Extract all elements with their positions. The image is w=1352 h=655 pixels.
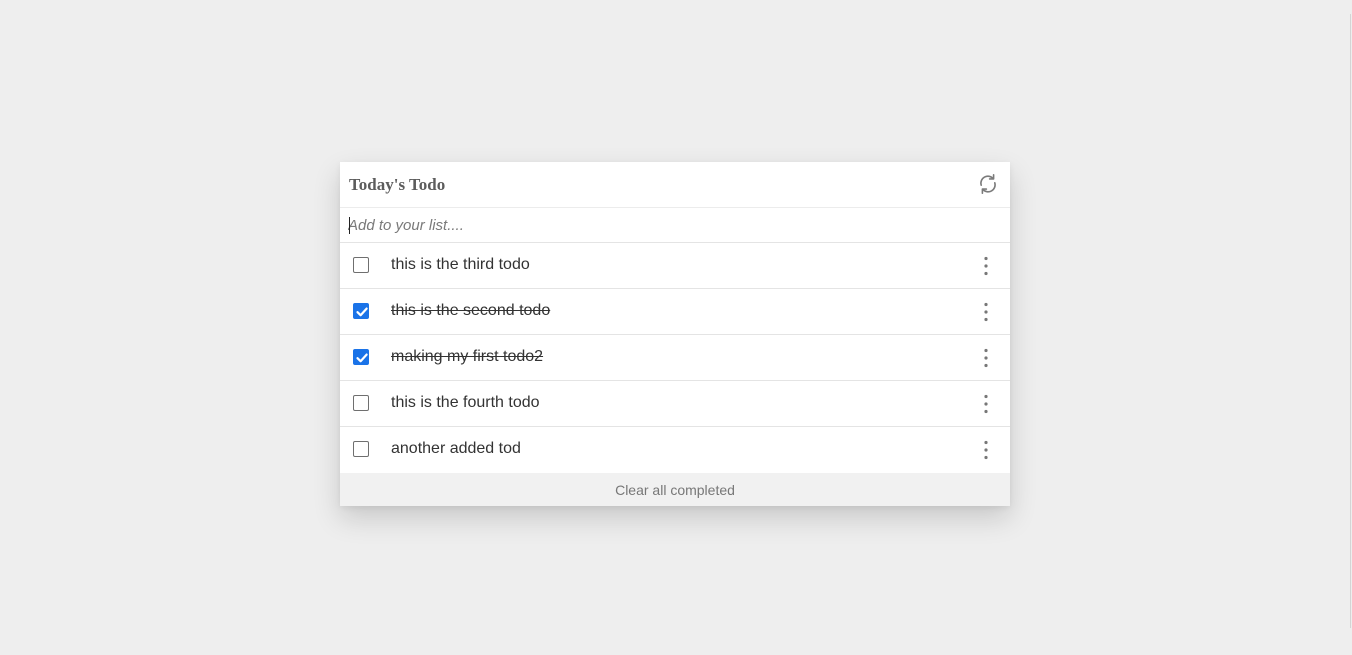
more-vertical-icon[interactable] bbox=[978, 347, 994, 369]
more-vertical-icon[interactable] bbox=[978, 439, 994, 461]
text-caret bbox=[349, 217, 350, 234]
todo-checkbox[interactable] bbox=[353, 303, 369, 319]
todo-item: another added tod bbox=[340, 427, 1010, 473]
refresh-icon[interactable] bbox=[976, 172, 1000, 196]
todo-checkbox[interactable] bbox=[353, 257, 369, 273]
checkmark-icon bbox=[356, 353, 368, 363]
todo-text: this is the third todo bbox=[391, 256, 530, 273]
todo-item: this is the third todo bbox=[340, 243, 1010, 289]
todo-footer: Clear all completed bbox=[340, 473, 1010, 506]
todo-text: this is the second todo bbox=[391, 302, 551, 319]
todo-text: another added tod bbox=[391, 440, 521, 457]
todo-card: Today's Todo this is the third todothis … bbox=[340, 162, 1010, 506]
more-vertical-icon[interactable] bbox=[978, 301, 994, 323]
page-title: Today's Todo bbox=[349, 175, 446, 194]
clear-completed-button[interactable]: Clear all completed bbox=[615, 482, 735, 498]
todo-checkbox[interactable] bbox=[353, 349, 369, 365]
todo-text: this is the fourth todo bbox=[391, 394, 540, 411]
todo-text: making my first todo2 bbox=[391, 348, 544, 365]
todo-item: making my first todo2 bbox=[340, 335, 1010, 381]
todo-item: this is the second todo bbox=[340, 289, 1010, 335]
window-edge bbox=[1350, 14, 1351, 628]
more-vertical-icon[interactable] bbox=[978, 393, 994, 415]
add-todo-row bbox=[340, 208, 1010, 243]
more-vertical-icon[interactable] bbox=[978, 255, 994, 277]
add-todo-input[interactable] bbox=[348, 213, 988, 237]
checkmark-icon bbox=[356, 307, 368, 317]
todo-checkbox[interactable] bbox=[353, 395, 369, 411]
todo-checkbox[interactable] bbox=[353, 441, 369, 457]
todo-item: this is the fourth todo bbox=[340, 381, 1010, 427]
todo-header: Today's Todo bbox=[340, 162, 1010, 208]
todo-list: this is the third todo this is the second… bbox=[340, 243, 1010, 473]
